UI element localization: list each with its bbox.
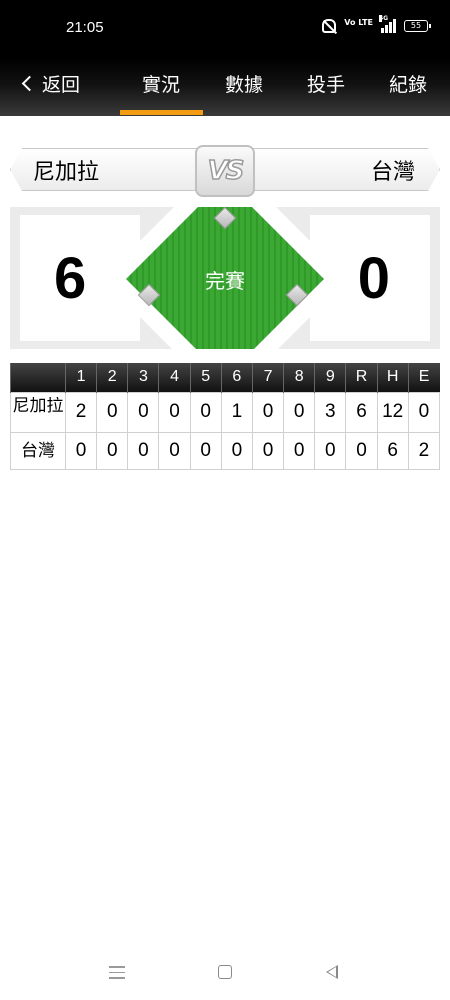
hits-cell: 6: [376, 431, 409, 470]
score-cell: 2: [64, 391, 98, 433]
tab-records[interactable]: 紀錄: [368, 70, 448, 97]
header-cell: 9: [314, 363, 346, 392]
score-cell: 0: [158, 391, 191, 433]
home-icon[interactable]: [218, 965, 232, 979]
linescore-header-row: 1 2 3 4 5 6 7 8 9 R H E: [10, 363, 440, 392]
table-row: 尼加拉 2 0 0 0 0 1 0 0 3 6 12 0: [10, 391, 441, 433]
header-cell: 8: [283, 363, 315, 392]
matchup-bar: 尼加拉 台灣 VS: [10, 145, 440, 197]
battery-icon: 55: [404, 20, 431, 32]
team-label: 台灣: [21, 440, 55, 460]
back-label: 返回: [42, 73, 81, 96]
away-score: 6: [54, 246, 87, 311]
team-cell: 台灣: [10, 431, 66, 470]
team-cell: 尼加拉: [10, 391, 66, 433]
tab-pitchers[interactable]: 投手: [286, 70, 366, 97]
score-cell: 0: [64, 431, 98, 470]
errors-cell: 0: [407, 391, 441, 433]
tab-live[interactable]: 實況: [121, 70, 201, 97]
app-nav-bar: 返回 實況 數據 投手 紀錄: [0, 58, 450, 116]
score-cell: 0: [251, 391, 285, 433]
home-team-name: 台灣: [248, 148, 440, 191]
score-cell: 0: [127, 391, 160, 433]
score-cell: 0: [220, 431, 253, 470]
header-cell: 7: [251, 363, 284, 392]
header-cell: H: [376, 363, 409, 392]
menu-icon[interactable]: [109, 966, 125, 983]
score-cell: 0: [127, 431, 160, 470]
score-panel: 完賽 6 0: [10, 207, 440, 349]
game-status: 完賽: [205, 269, 245, 293]
volte-icon: Vo LTE: [344, 18, 373, 27]
score-cell: 0: [251, 431, 285, 470]
score-cell: 0: [189, 431, 222, 470]
chevron-left-icon: [21, 75, 38, 92]
vs-label: VS: [207, 155, 245, 187]
system-nav-bar: [0, 955, 450, 990]
header-cell: 1: [64, 363, 97, 392]
score-cell: 0: [189, 391, 222, 433]
score-cell: 0: [314, 431, 347, 470]
header-cell: 3: [127, 363, 159, 392]
away-team-name: 尼加拉: [10, 148, 202, 191]
signal-icon: 4G: [379, 15, 396, 33]
status-bar: 21:05 Vo LTE 4G 55: [0, 0, 450, 58]
score-cell: 0: [283, 391, 316, 433]
header-cell: E: [407, 363, 440, 392]
header-cell: 2: [96, 363, 128, 392]
active-tab-indicator: [120, 110, 203, 115]
score-cell: 0: [96, 391, 129, 433]
vs-badge: VS: [195, 145, 255, 197]
score-cell: 3: [314, 391, 347, 433]
home-score: 0: [357, 246, 390, 311]
header-cell: 5: [189, 363, 222, 392]
score-cell: 0: [283, 431, 316, 470]
hits-cell: 12: [376, 391, 409, 433]
status-time: 21:05: [66, 19, 104, 36]
team-label: 尼加拉: [12, 397, 64, 415]
header-cell: 4: [158, 363, 191, 392]
tab-stats[interactable]: 數據: [204, 70, 284, 97]
runs-cell: 0: [345, 431, 378, 470]
score-cell: 0: [96, 431, 129, 470]
header-cell: [10, 363, 66, 392]
network-type-label: 4G: [379, 15, 389, 22]
table-row: 台灣 0 0 0 0 0 0 0 0 0 0 6 2: [10, 431, 441, 470]
linescore-table: 1 2 3 4 5 6 7 8 9 R H E 尼加拉 2 0 0 0 0 1 …: [10, 363, 441, 470]
header-cell: R: [345, 363, 378, 392]
score-cell: 0: [158, 431, 191, 470]
runs-cell: 6: [345, 391, 378, 433]
mute-icon: [322, 19, 337, 33]
status-icons: Vo LTE 4G 55: [322, 15, 431, 33]
header-cell: 6: [220, 363, 253, 392]
back-button[interactable]: 返回: [21, 70, 81, 96]
back-icon[interactable]: [326, 965, 338, 979]
score-cell: 1: [220, 391, 253, 433]
errors-cell: 2: [407, 431, 441, 470]
